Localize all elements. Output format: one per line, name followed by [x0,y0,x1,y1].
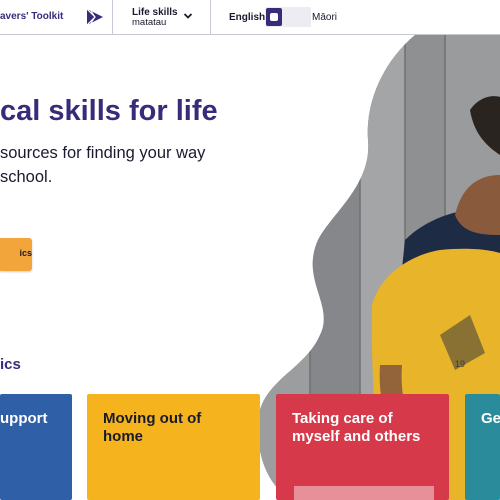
language-english-label[interactable]: English [229,12,265,23]
language-maori-label[interactable]: Māori [312,12,337,23]
life-skills-subtitle: matatau [132,17,167,28]
svg-text:19: 19 [455,359,465,369]
topic-card-support[interactable]: upport [0,394,72,500]
top-header: avers' Toolkit Life skills matatau Engli… [0,0,500,35]
explore-topics-button-label: ics [19,248,32,258]
hero-subtitle: sources for finding your way school. [0,144,206,186]
topic-card-label: Moving out of home [103,410,202,445]
explore-topics-button[interactable]: ics [0,238,32,271]
header-divider [210,0,211,34]
chevron-down-icon [183,13,193,19]
topic-card-label: Ge [481,410,500,427]
topic-card-taking-care[interactable]: Taking care of myself and others [276,394,449,500]
topic-card-label: upport [0,410,48,427]
topic-card-label: Taking care of myself and others [292,410,421,445]
topic-card-partial[interactable]: Ge [465,394,500,500]
hero-title: cal skills for life [0,95,218,127]
life-skills-dropdown[interactable]: Life skills matatau [113,0,210,34]
toggle-knob [266,8,282,26]
brand-name[interactable]: avers' Toolkit [0,11,63,22]
language-toggle[interactable] [265,7,311,27]
triangle-logo-icon[interactable] [86,8,104,26]
topics-heading: ics [0,356,21,373]
card-image-band [294,486,434,500]
topic-card-moving-out[interactable]: Moving out of home [87,394,260,500]
